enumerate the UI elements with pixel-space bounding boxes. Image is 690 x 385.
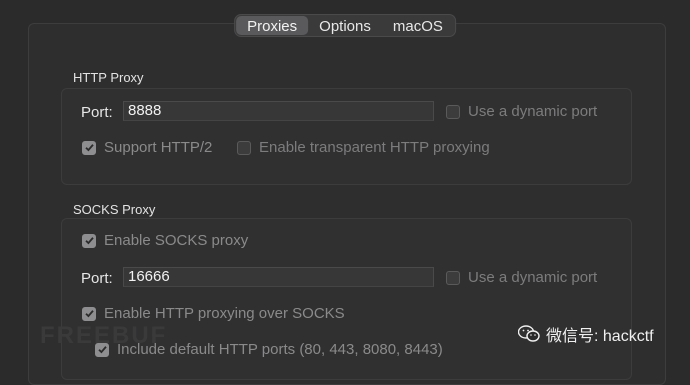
watermark-wechat: 微信号: hackctf (518, 322, 654, 346)
http-over-socks-checkbox[interactable]: Enable HTTP proxying over SOCKS (82, 305, 345, 322)
checkmark-icon (82, 140, 96, 155)
watermark-freebuf: FREEBUF (40, 322, 168, 349)
checkbox-box (446, 270, 460, 285)
http-proxy-title: HTTP Proxy (73, 70, 144, 85)
http-dynamic-port-label: Use a dynamic port (468, 103, 598, 120)
http-port-input[interactable]: 8888 (123, 101, 434, 121)
wechat-id-text: 微信号: hackctf (546, 328, 654, 345)
http2-checkbox[interactable]: Support HTTP/2 (82, 139, 212, 156)
tab-macos[interactable]: macOS (382, 16, 454, 35)
tab-options[interactable]: Options (308, 16, 382, 35)
transparent-proxy-label: Enable transparent HTTP proxying (259, 139, 490, 156)
wechat-icon (518, 325, 540, 342)
checkbox-box (237, 140, 251, 155)
socks-port-row: Port: (81, 268, 113, 288)
enable-socks-checkbox[interactable]: Enable SOCKS proxy (82, 232, 248, 249)
checkmark-icon (82, 233, 96, 248)
http-port-row: Port: (81, 102, 113, 122)
http2-label: Support HTTP/2 (104, 139, 213, 156)
http-over-socks-label: Enable HTTP proxying over SOCKS (104, 305, 345, 322)
socks-port-label: Port: (81, 269, 113, 287)
http-port-label: Port: (81, 103, 113, 121)
tab-proxies[interactable]: Proxies (236, 16, 309, 35)
checkmark-icon (82, 306, 96, 321)
enable-socks-label: Enable SOCKS proxy (104, 232, 249, 249)
tab-bar: Proxies Options macOS (234, 14, 456, 37)
transparent-proxy-checkbox[interactable]: Enable transparent HTTP proxying (237, 139, 490, 156)
checkbox-box (446, 104, 460, 119)
socks-proxy-title: SOCKS Proxy (73, 202, 156, 217)
http-dynamic-port-checkbox[interactable]: Use a dynamic port (446, 103, 597, 120)
socks-port-input[interactable]: 16666 (123, 267, 434, 287)
socks-dynamic-port-checkbox[interactable]: Use a dynamic port (446, 269, 597, 286)
socks-dynamic-port-label: Use a dynamic port (468, 269, 598, 286)
